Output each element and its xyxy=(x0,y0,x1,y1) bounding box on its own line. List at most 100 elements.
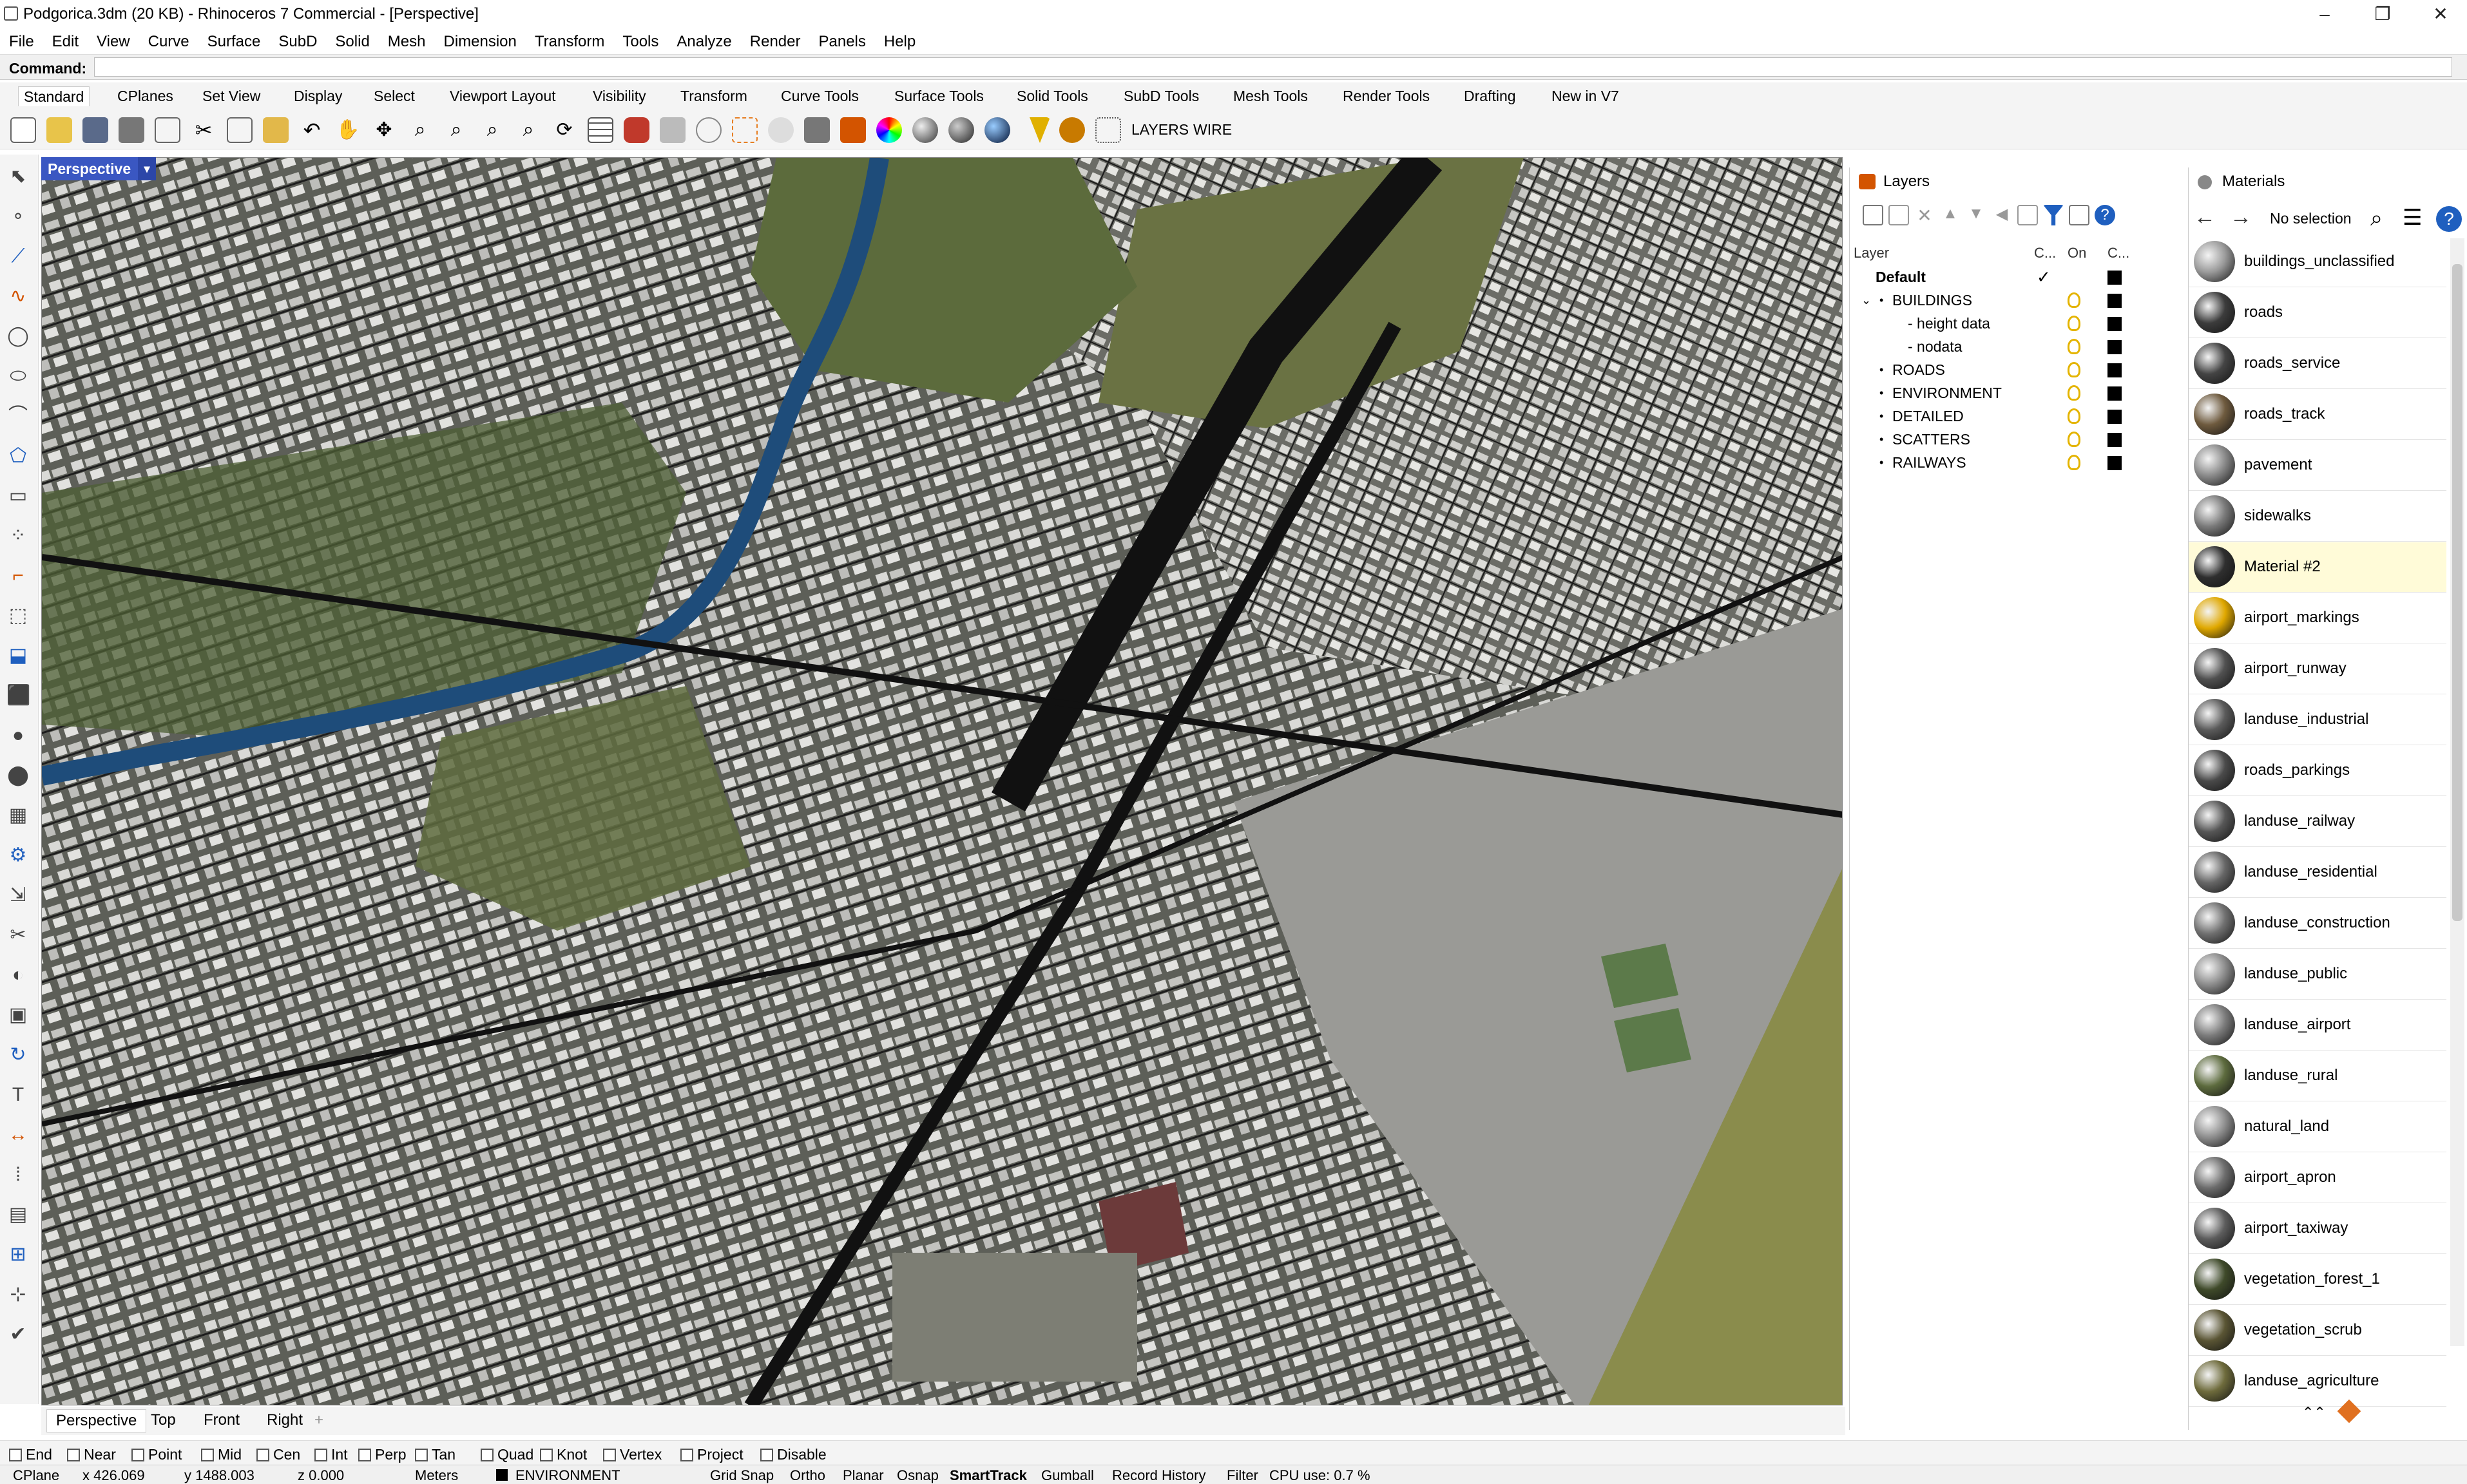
ortho-toggle[interactable]: Ortho xyxy=(790,1467,825,1484)
tab-right[interactable]: Right xyxy=(258,1409,312,1431)
layer-name[interactable]: RAILWAYS xyxy=(1892,451,1966,474)
tab-perspective[interactable]: Perspective xyxy=(46,1409,147,1432)
layer-color-swatch[interactable] xyxy=(2107,433,2122,447)
light-bulb-icon[interactable] xyxy=(2068,408,2080,424)
material-item[interactable]: natural_land xyxy=(2189,1102,2446,1152)
car-icon[interactable] xyxy=(624,117,649,143)
light-bulb-icon[interactable] xyxy=(2068,432,2080,447)
tab-visibility[interactable]: Visibility xyxy=(588,86,651,106)
tab-select[interactable]: Select xyxy=(369,86,420,106)
tab-front[interactable]: Front xyxy=(195,1409,249,1431)
checkbox[interactable] xyxy=(415,1449,428,1461)
record-history-toggle[interactable]: Record History xyxy=(1112,1467,1205,1484)
layer-color-swatch[interactable] xyxy=(2107,456,2122,470)
material-item[interactable]: landuse_industrial xyxy=(2189,695,2446,745)
move-up-icon[interactable]: ▲ xyxy=(1940,205,1961,225)
circle-icon[interactable]: ◯ xyxy=(6,325,30,348)
material-item[interactable]: landuse_rural xyxy=(2189,1051,2446,1101)
help-icon[interactable]: ? xyxy=(2095,205,2115,225)
pan-icon[interactable]: ✋ xyxy=(335,117,361,143)
wire-text-button[interactable]: WIRE xyxy=(1193,121,1232,138)
zoom-extents-icon[interactable]: ⌕ xyxy=(479,117,505,143)
transform-icon[interactable]: ⇲ xyxy=(6,884,30,907)
surface-icon[interactable]: ⬓ xyxy=(6,644,30,667)
save-icon[interactable] xyxy=(82,117,108,143)
layers-text-button[interactable]: LAYERS xyxy=(1131,121,1189,138)
new-sublayer-icon[interactable] xyxy=(1888,205,1909,225)
zoom-selected-icon[interactable]: ⌕ xyxy=(515,117,541,143)
menu-file[interactable]: File xyxy=(0,30,43,54)
select-icon[interactable] xyxy=(732,117,758,143)
checkbox[interactable] xyxy=(760,1449,773,1461)
material-item[interactable]: vegetation_forest_1 xyxy=(2189,1255,2446,1305)
fillet-icon[interactable]: ⌐ xyxy=(6,564,30,587)
light-bulb-icon[interactable] xyxy=(2068,339,2080,354)
snap-icon[interactable]: ⊹ xyxy=(6,1283,30,1306)
material-item[interactable]: landuse_agriculture xyxy=(2189,1356,2446,1407)
material-item[interactable]: roads_track xyxy=(2189,390,2446,440)
material-item[interactable]: roads_parkings xyxy=(2189,746,2446,796)
menu-surface[interactable]: Surface xyxy=(198,30,270,54)
material-item[interactable]: landuse_residential xyxy=(2189,848,2446,898)
move-view-icon[interactable]: ✥ xyxy=(371,117,397,143)
command-input[interactable] xyxy=(94,57,2452,77)
group-icon[interactable]: ▣ xyxy=(6,1004,30,1027)
menu-panels[interactable]: Panels xyxy=(809,30,874,54)
material-item[interactable]: roads_service xyxy=(2189,339,2446,389)
osnap-vertex[interactable]: Vertex xyxy=(603,1446,662,1463)
material-item[interactable]: Material #2 xyxy=(2189,542,2446,593)
layer-name[interactable]: SCATTERS xyxy=(1892,428,1970,451)
layer-row[interactable]: - nodata xyxy=(1850,335,2184,358)
tab-solid-tools[interactable]: Solid Tools xyxy=(1012,86,1093,106)
box-icon[interactable]: ⬛ xyxy=(6,684,30,707)
arc-icon[interactable]: ⌒ xyxy=(6,404,30,428)
split-icon[interactable]: ✂ xyxy=(6,924,30,947)
forward-arrow-icon[interactable]: → xyxy=(2230,205,2252,230)
boolean-icon[interactable]: ◐ xyxy=(6,964,30,987)
viewport-label[interactable]: Perspective ▾ xyxy=(41,157,156,180)
render-sphere-icon[interactable] xyxy=(912,117,938,143)
menu-help[interactable]: Help xyxy=(875,30,925,54)
layer-color-swatch[interactable] xyxy=(2107,386,2122,401)
move-down-icon[interactable]: ▼ xyxy=(1966,205,1986,225)
layer-row[interactable]: • SCATTERS xyxy=(1850,428,2184,451)
layer-column-header[interactable]: Layer xyxy=(1854,245,1889,262)
layer-row[interactable]: Default ✓ xyxy=(1850,265,2184,289)
light-bulb-icon[interactable] xyxy=(2068,455,2080,470)
polyline-icon[interactable]: ⟋ xyxy=(6,245,30,268)
rotate-view-icon[interactable]: ⟳ xyxy=(552,117,577,143)
osnap-project[interactable]: Project xyxy=(680,1446,744,1463)
paste-icon[interactable] xyxy=(263,117,289,143)
color-wheel-icon[interactable] xyxy=(876,117,902,143)
menu-render[interactable]: Render xyxy=(741,30,810,54)
sphere-icon[interactable]: ● xyxy=(6,724,30,747)
scroll-thumb[interactable] xyxy=(2452,264,2462,921)
menu-edit[interactable]: Edit xyxy=(43,30,88,54)
text-icon[interactable]: T xyxy=(6,1083,30,1107)
osnap-point[interactable]: Point xyxy=(131,1446,182,1463)
material-item[interactable]: airport_apron xyxy=(2189,1153,2446,1203)
menu-curve[interactable]: Curve xyxy=(139,30,198,54)
layer-name[interactable]: ENVIRONMENT xyxy=(1892,381,2002,404)
delete-layer-icon[interactable]: ✕ xyxy=(1914,205,1935,225)
help-icon[interactable]: ? xyxy=(2436,206,2462,232)
ellipse-icon[interactable]: ⬭ xyxy=(6,365,30,388)
copy-icon[interactable] xyxy=(227,117,253,143)
menu-mesh[interactable]: Mesh xyxy=(379,30,435,54)
material-item[interactable]: sidewalks xyxy=(2189,491,2446,542)
layer-name[interactable]: DETAILED xyxy=(1892,404,1964,428)
expand-chevron-icon[interactable]: ⌄ xyxy=(1861,289,1871,312)
checkbox[interactable] xyxy=(201,1449,214,1461)
point-icon[interactable]: ∘ xyxy=(6,205,30,228)
light-bulb-icon[interactable] xyxy=(2068,292,2080,308)
layer-row[interactable]: ⌄ • BUILDINGS xyxy=(1850,289,2184,312)
current-column-header[interactable]: C... xyxy=(2034,245,2056,262)
tab-cplanes[interactable]: CPlanes xyxy=(112,86,178,106)
collapse-icon[interactable]: ⌃⌃ xyxy=(2302,1404,2326,1421)
tab-drafting[interactable]: Drafting xyxy=(1459,86,1521,106)
material-item[interactable]: pavement xyxy=(2189,441,2446,491)
checkbox[interactable] xyxy=(9,1449,22,1461)
layer-name[interactable]: - height data xyxy=(1908,312,1990,335)
osnap-toggle[interactable]: Osnap xyxy=(897,1467,939,1484)
color-column-header[interactable]: C... xyxy=(2107,245,2129,262)
